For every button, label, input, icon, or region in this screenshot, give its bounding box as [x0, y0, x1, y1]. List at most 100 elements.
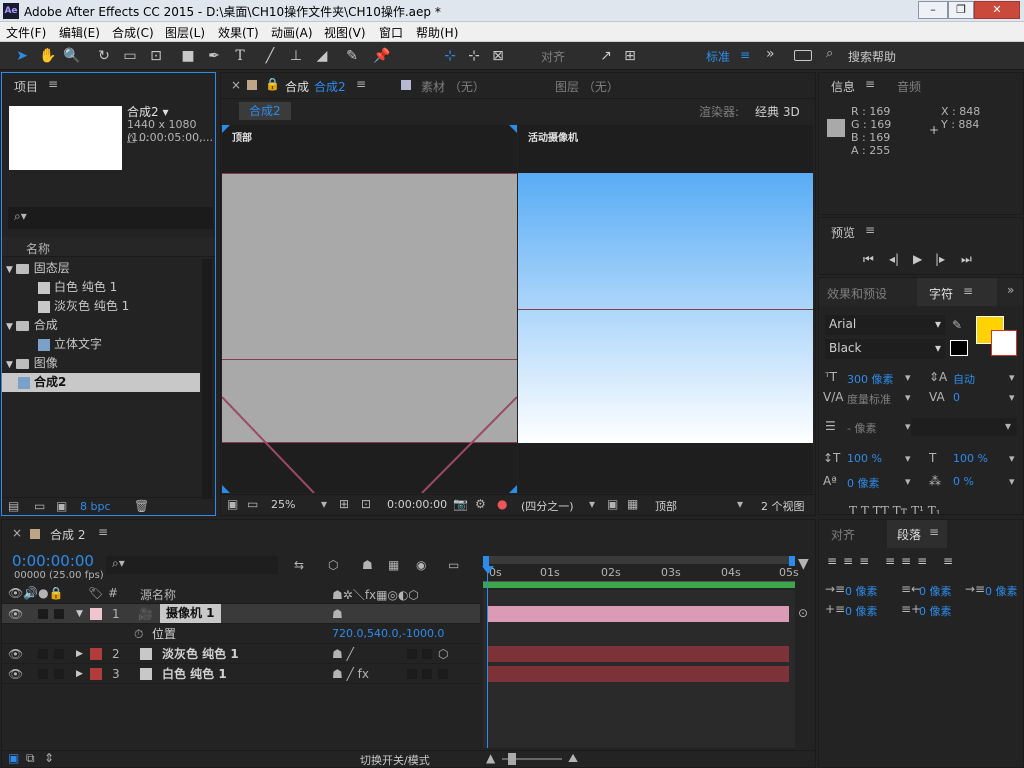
audio-tab[interactable]: 音频 [897, 78, 921, 95]
visibility-icon[interactable]: 👁 [8, 664, 23, 684]
panel-menu-icon[interactable]: ≡ [98, 525, 108, 539]
layer-row[interactable]: 👁 ▼ 1 🎥 摄像机 1 ☗ [2, 604, 480, 624]
motion-blur-icon[interactable]: ◉ [416, 558, 426, 572]
name-column-label[interactable]: 名称 [26, 240, 50, 257]
eraser-tool-icon[interactable]: ◢ [312, 46, 332, 66]
tree-item-3d-text[interactable]: 立体文字 [2, 335, 200, 354]
trash-icon[interactable]: 🗑 [134, 499, 149, 513]
horizontal-scale-value[interactable]: 100 % [953, 452, 988, 465]
view-select[interactable]: 顶部 [655, 498, 677, 514]
space-before-value[interactable]: 0 像素 [845, 603, 878, 619]
comp-marker-bin-icon[interactable]: ▼ [798, 556, 809, 572]
leading-dropdown[interactable]: ▾ [1009, 371, 1015, 384]
interpret-footage-icon[interactable]: ▤ [8, 499, 19, 513]
effects-presets-tab[interactable]: 效果和预设 [827, 285, 887, 302]
more-panels-icon[interactable]: » [1007, 283, 1014, 297]
renderer-value[interactable]: 经典 3D [755, 103, 800, 120]
project-scrollbar[interactable] [202, 259, 212, 499]
close-button[interactable]: ✕ [974, 1, 1020, 19]
paragraph-tab[interactable]: 段落 [897, 526, 921, 543]
work-area-start[interactable] [483, 556, 489, 566]
menu-animation[interactable]: 动画(A) [271, 24, 313, 41]
viewer-timecode[interactable]: 0:00:00:00 [387, 498, 447, 511]
stopwatch-icon[interactable]: ⏱ [134, 624, 143, 644]
visibility-icon[interactable]: 👁 [8, 604, 23, 624]
expand-icon[interactable]: ▶ [76, 664, 83, 684]
transparency-grid-icon[interactable]: ▦ [627, 497, 638, 511]
zoom-slider-handle[interactable] [508, 753, 516, 765]
fit-icon[interactable]: ⊞ [339, 497, 349, 511]
hand-tool-icon[interactable]: ✋ [38, 46, 58, 66]
panel-menu-icon[interactable]: ≡ [865, 223, 875, 237]
camera-tool-icon[interactable]: ▭ [120, 46, 140, 66]
project-tab[interactable]: 项目 [14, 78, 38, 95]
pen-tool-icon[interactable]: ✒ [204, 46, 224, 66]
time-ruler[interactable]: 0s 01s 02s 03s 04s 05s [483, 566, 799, 582]
shy-switch[interactable]: ☗ [332, 604, 343, 624]
frame-blending-icon[interactable]: ▦ [388, 558, 399, 572]
prev-frame-icon[interactable]: ◂| [889, 252, 899, 266]
tracking-dropdown[interactable]: ▾ [1009, 391, 1015, 404]
layer-switches[interactable]: ☗ ╱ fx [332, 664, 369, 684]
space-after-value[interactable]: 0 像素 [919, 603, 952, 619]
snap-grid-icon[interactable]: ⊞ [620, 46, 640, 66]
comp-navigator-badge[interactable]: 合成2 [239, 102, 291, 120]
timeline-side-icon[interactable]: ⊙ [798, 606, 808, 620]
black-white-icon[interactable] [950, 340, 968, 356]
layer-duration-bar[interactable] [487, 666, 789, 682]
kerning-value[interactable]: 度量标准 [847, 391, 891, 407]
sync-settings-icon[interactable] [794, 50, 812, 61]
layer-tab[interactable]: 图层 （无） [555, 78, 619, 95]
view-dropdown-icon[interactable]: ▾ [737, 497, 743, 511]
selection-tool-icon[interactable]: ➤ [12, 46, 32, 66]
modes-toggle-icon[interactable]: ⧉ [26, 751, 35, 766]
zoom-value[interactable]: 25% [271, 498, 295, 511]
always-preview-icon[interactable]: ▣ [227, 497, 238, 511]
clone-stamp-tool-icon[interactable]: ⊥ [286, 46, 306, 66]
draft-3d-icon[interactable]: ⬡ [328, 558, 338, 572]
new-comp-icon[interactable]: ▣ [56, 499, 67, 513]
visibility-icon[interactable]: 👁 [8, 644, 23, 664]
active-camera-view[interactable]: 活动摄像机 [518, 125, 813, 493]
stroke-color-swatch[interactable] [991, 330, 1017, 356]
comp-mini-flowchart-icon[interactable]: ⇆ [294, 558, 304, 572]
indent-right-value[interactable]: 0 像素 [919, 583, 952, 599]
horizontal-scale-dropdown[interactable]: ▾ [1009, 452, 1015, 465]
3d-layer-icon[interactable]: ⬡ [438, 644, 448, 664]
menu-layer[interactable]: 图层(L) [165, 24, 205, 41]
resolution-dropdown-icon[interactable]: ▾ [589, 497, 595, 511]
shy-layers-icon[interactable]: ☗ [362, 558, 373, 572]
first-frame-icon[interactable]: ⏮ [863, 252, 874, 267]
project-search-field[interactable]: ⌕▾ [8, 207, 213, 229]
label-color[interactable] [90, 648, 102, 660]
lock-icon[interactable]: 🔒 [265, 77, 280, 91]
local-axis-icon[interactable]: ⊹ [440, 46, 460, 66]
faux-style-icons[interactable]: T T TT Tт T¹ T₁ [849, 504, 941, 514]
tree-item-white-solid[interactable]: 白色 纯色 1 [2, 278, 200, 297]
vertical-scale-value[interactable]: 100 % [847, 452, 882, 465]
stroke-width-dropdown[interactable]: ▾ [905, 420, 911, 433]
property-value[interactable]: 720.0,540.0,-1000.0 [332, 624, 444, 644]
view-axis-icon[interactable]: ⊠ [488, 46, 508, 66]
work-area-bar[interactable] [483, 556, 795, 564]
font-style-select[interactable]: Black ▾ [825, 339, 945, 359]
pan-behind-tool-icon[interactable]: ⊡ [146, 46, 166, 66]
tree-folder-comps[interactable]: ▼ 合成 [2, 316, 200, 335]
tsume-value[interactable]: 0 % [953, 475, 974, 488]
workspace-menu-icon[interactable]: ≡ [740, 48, 750, 62]
expand-icon[interactable]: ▶ [76, 644, 83, 664]
brush-tool-icon[interactable]: ╱ [260, 46, 280, 66]
tree-folder-images[interactable]: ▼ 图像 [2, 354, 200, 373]
baseline-shift-dropdown[interactable]: ▾ [905, 475, 911, 488]
timeline-track-area[interactable] [483, 590, 795, 748]
puppet-pin-tool-icon[interactable]: 📌 [372, 46, 392, 66]
timeline-tab[interactable]: 合成 2 [50, 526, 85, 543]
layer-name[interactable]: 淡灰色 纯色 1 [162, 644, 239, 664]
monitor-icon[interactable]: ▭ [247, 497, 258, 511]
layer-search-input[interactable]: ⌕▾ [106, 556, 278, 574]
viewer-tab-prefix[interactable]: 合成 [285, 78, 309, 95]
last-frame-icon[interactable]: ⏭ [961, 252, 972, 267]
tsume-dropdown[interactable]: ▾ [1009, 475, 1015, 488]
new-folder-icon[interactable]: ▭ [34, 499, 45, 513]
toggle-switches-modes[interactable]: 切换开关/模式 [360, 752, 430, 768]
